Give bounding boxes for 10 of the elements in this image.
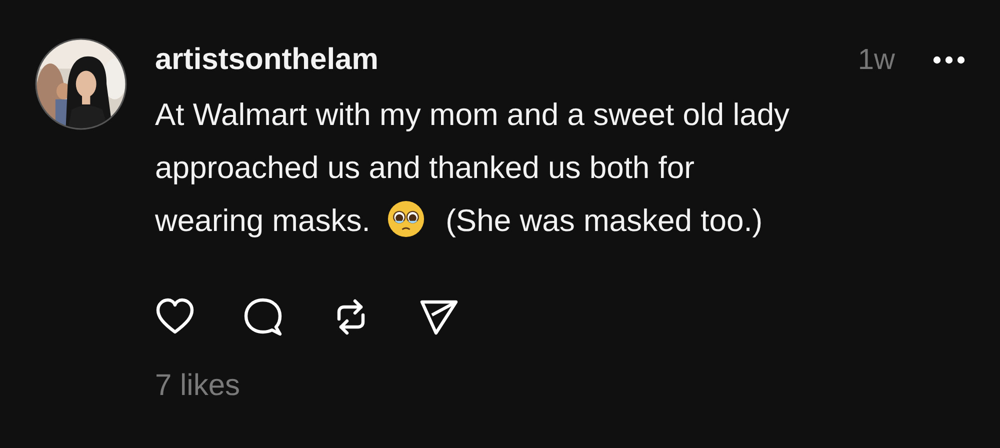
post-text: wearing masks.	[155, 203, 370, 238]
more-icon[interactable]	[933, 56, 965, 64]
post-text: At Walmart with my mom and a sweet old lady	[155, 97, 790, 132]
post-text: (She was masked too.)	[446, 203, 763, 238]
post-time: 1w	[858, 44, 895, 76]
teary-face-emoji-icon	[386, 200, 425, 238]
username[interactable]: artistsonthelam	[155, 43, 858, 77]
post-text: approached us and thanked us both for	[155, 150, 694, 185]
comment-icon[interactable]	[243, 297, 283, 337]
likes-count[interactable]: 7 likes	[155, 369, 240, 403]
